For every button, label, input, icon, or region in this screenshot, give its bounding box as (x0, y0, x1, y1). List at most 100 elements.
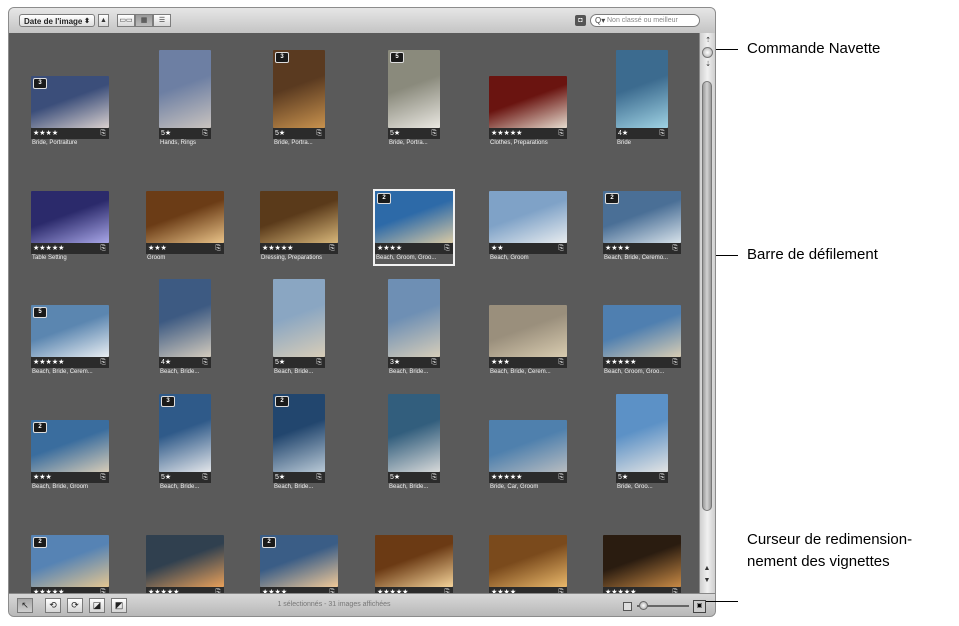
photo-thumbnail[interactable] (388, 394, 440, 472)
photo-thumbnail[interactable] (31, 191, 109, 243)
photo-thumbnail[interactable] (146, 535, 224, 587)
photo-thumbnail[interactable] (489, 305, 567, 357)
thumbnail-cell[interactable]: ★★★★★ ⎘ Clothes, Preparations (489, 76, 567, 149)
keywords-icon: ⎘ (659, 474, 665, 481)
stack-count-badge[interactable]: 2 (33, 422, 47, 433)
rating-bar: 5★ ⎘ (159, 128, 211, 139)
rating-stars: ★★★★★ (491, 130, 523, 137)
sort-order-button[interactable]: ▲ (98, 14, 109, 27)
photo-thumbnail[interactable] (489, 76, 567, 128)
thumbnail-cell[interactable]: ★★★★★ ⎘ Dressing, Preparations (260, 191, 338, 264)
photo-thumbnail[interactable] (603, 535, 681, 587)
photo-thumbnail[interactable] (603, 305, 681, 357)
rating-stars: 5★ (390, 474, 401, 481)
photo-thumbnail[interactable] (273, 279, 325, 357)
rating-stars: 5★ (275, 130, 286, 137)
thumbnail-cell[interactable]: ★★ ⎘ Beach, Groom (489, 191, 567, 264)
rating-stars: ★★★ (491, 359, 510, 366)
scroll-down-icon[interactable]: ▼ (702, 576, 712, 586)
photo-thumbnail[interactable] (159, 50, 211, 128)
thumbnail-cell[interactable]: ★★★★★ ⎘ Bride, Car, Groom (489, 420, 567, 493)
thumbnail-grid: 3 ★★★★ ⎘ Bride, Portraiture 5★ ⎘ Hands, Rings 3… (9, 33, 699, 598)
keywords-icon: ⎘ (100, 245, 106, 252)
rating-stars: ★★★★★ (605, 359, 637, 366)
thumbnail-caption: Beach, Bride... (389, 369, 429, 375)
stack-count-badge[interactable]: 5 (33, 307, 47, 318)
rating-stars: ★★★★ (377, 245, 403, 252)
rating-bar: ★★★★★ ⎘ (603, 357, 681, 368)
shuttle-down-icon[interactable]: ⇣ (703, 60, 713, 70)
thumbnail-caption: Beach, Bride... (389, 484, 429, 490)
thumbnail-cell[interactable]: 4★ ⎘ Beach, Bride... (159, 279, 211, 378)
stack-count-badge[interactable]: 3 (161, 396, 175, 407)
scrollbar[interactable]: ⇡ ⇣ ▲ ▼ (699, 33, 715, 593)
thumbnail-cell[interactable]: 4★ ⎘ Bride (616, 50, 668, 149)
stack-count-badge[interactable]: 5 (390, 52, 404, 63)
stack-count-badge[interactable]: 2 (33, 537, 47, 548)
photo-thumbnail[interactable] (260, 191, 338, 243)
thumbnail-cell[interactable]: ★★★ ⎘ Beach, Bride, Cerem... (489, 305, 567, 378)
filter-icon[interactable]: ◘ (575, 15, 586, 26)
keywords-icon: ⎘ (431, 359, 437, 366)
rating-bar: 3★ ⎘ (388, 357, 440, 368)
stack-count-badge[interactable]: 2 (605, 193, 619, 204)
thumbnail-cell[interactable]: 3 ★★★★ ⎘ Bride, Portraiture (31, 76, 109, 149)
scroll-up-icon[interactable]: ▲ (702, 564, 712, 574)
thumbnail-cell[interactable]: 2 ★★★ ⎘ Beach, Bride, Groom (31, 420, 109, 493)
shuttle-up-icon[interactable]: ⇡ (703, 36, 713, 46)
rating-stars: 5★ (275, 474, 286, 481)
thumbnail-cell[interactable]: 2 5★ ⎘ Beach, Bride... (273, 394, 325, 493)
stack-count-badge[interactable]: 3 (275, 52, 289, 63)
thumbnail-cell[interactable]: 5★ ⎘ Bride, Groo... (616, 394, 668, 493)
thumbnail-cell[interactable]: 5 5★ ⎘ Bride, Portra... (388, 50, 440, 149)
thumbnail-caption: Beach, Bride... (160, 484, 200, 490)
thumbnail-cell[interactable]: 5★ ⎘ Beach, Bride... (273, 279, 325, 378)
rotate-left-button[interactable]: ⟲ (45, 598, 61, 613)
shuttle-control[interactable]: ⇡ ⇣ (701, 36, 714, 70)
photo-thumbnail[interactable] (489, 535, 567, 587)
rating-stars: ★★★★ (33, 130, 59, 137)
thumbnail-resize-knob[interactable] (639, 601, 648, 610)
photo-thumbnail[interactable] (159, 279, 211, 357)
thumbnail-cell[interactable]: 3 5★ ⎘ Bride, Portra... (273, 50, 325, 149)
photo-thumbnail[interactable] (489, 420, 567, 472)
search-field[interactable]: Q▾ Non classé ou meilleur (590, 14, 700, 27)
lift-tool-button[interactable]: ◪ (89, 598, 105, 613)
photo-thumbnail[interactable] (616, 50, 668, 128)
filmstrip-view-button[interactable]: ▭▭ (117, 14, 135, 27)
rating-stars: ★★★ (148, 245, 167, 252)
grid-view-button[interactable]: ▦ (135, 14, 153, 27)
thumbnail-cell[interactable]: 3 5★ ⎘ Beach, Bride... (159, 394, 211, 493)
thumbnail-cell[interactable]: ★★★★★ ⎘ Beach, Groom, Groo... (603, 305, 681, 378)
photo-thumbnail[interactable] (616, 394, 668, 472)
thumbnail-cell[interactable]: 5★ ⎘ Beach, Bride... (388, 394, 440, 493)
thumbnail-cell[interactable]: 2 ★★★★ ⎘ Beach, Bride, Ceremo... (603, 191, 681, 264)
thumbnail-cell[interactable]: 5 ★★★★★ ⎘ Beach, Bride, Cerem... (31, 305, 109, 378)
stack-count-badge[interactable]: 2 (377, 193, 391, 204)
sort-popup[interactable]: Date de l'image ⬍ (19, 14, 95, 27)
thumbnail-cell[interactable]: ★★★ ⎘ Groom (146, 191, 224, 264)
thumbnail-caption: Bride (617, 140, 632, 146)
thumbnail-cell[interactable]: ★★★★★ ⎘ Table Setting (31, 191, 109, 264)
thumbnail-cell[interactable]: 5★ ⎘ Hands, Rings (159, 50, 211, 149)
selection-tool-button[interactable]: ↖ (17, 598, 33, 613)
thumbnail-cell[interactable]: 2 ★★★★ ⎘ Beach, Groom, Groo... (373, 189, 455, 266)
scrollbar-thumb[interactable] (702, 81, 712, 511)
list-view-button[interactable]: ☰ (153, 14, 171, 27)
keywords-icon: ⎘ (659, 130, 665, 137)
thumbnail-cell[interactable]: 3★ ⎘ Beach, Bride... (388, 279, 440, 378)
stack-count-badge[interactable]: 3 (33, 78, 47, 89)
keywords-icon: ⎘ (316, 130, 322, 137)
stack-count-badge[interactable]: 2 (262, 537, 276, 548)
photo-thumbnail[interactable] (375, 535, 453, 587)
stamp-tool-button[interactable]: ◩ (111, 598, 127, 613)
photo-thumbnail[interactable] (489, 191, 567, 243)
photo-thumbnail[interactable] (146, 191, 224, 243)
rotate-right-button[interactable]: ⟳ (67, 598, 83, 613)
shuttle-knob[interactable] (702, 47, 713, 58)
thumbnail-caption: Bride, Groo... (617, 484, 653, 490)
rating-bar: ★★★ ⎘ (31, 472, 109, 483)
photo-thumbnail[interactable] (388, 279, 440, 357)
keywords-icon: ⎘ (558, 245, 564, 252)
stack-count-badge[interactable]: 2 (275, 396, 289, 407)
